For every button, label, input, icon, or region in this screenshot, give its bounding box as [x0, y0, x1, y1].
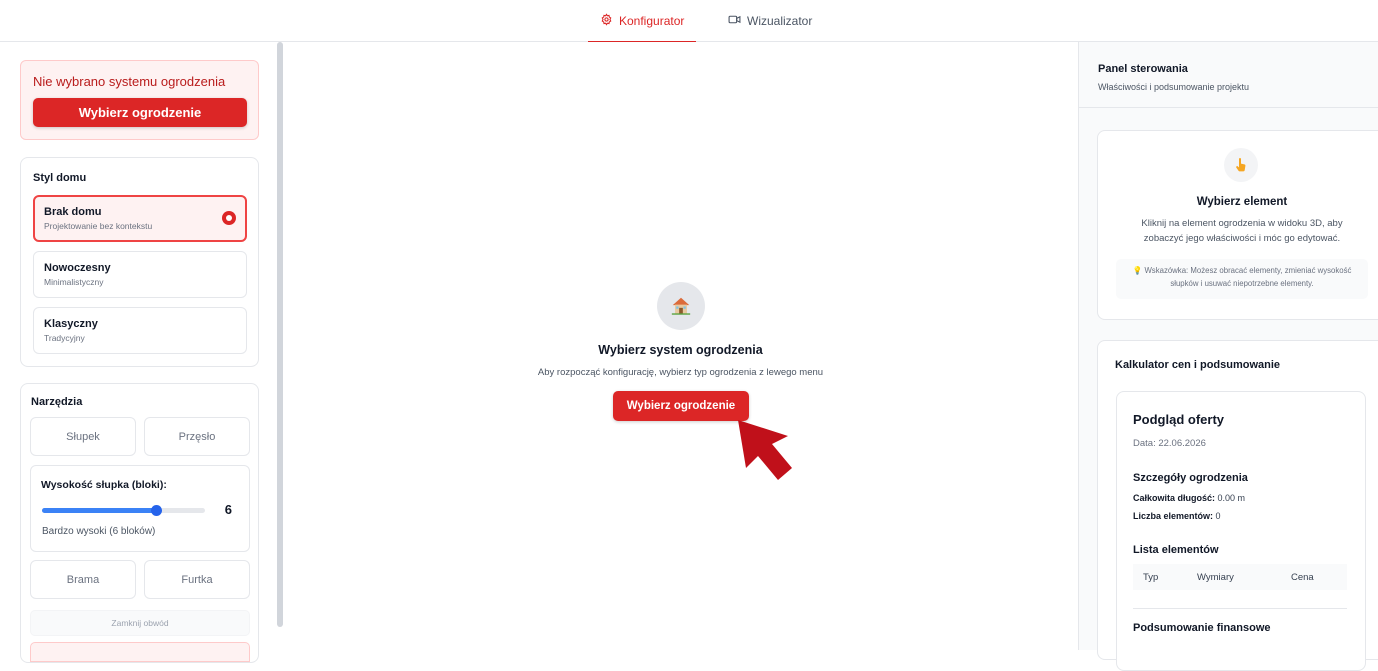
video-camera-icon — [728, 13, 741, 29]
total-length-line: Całkowita długość: 0.00 m — [1133, 493, 1245, 503]
panel-title: Panel sterowania — [1098, 63, 1188, 75]
option-title: Brak domu — [44, 206, 102, 218]
slider-fill — [42, 508, 157, 513]
column-header-type: Typ — [1143, 571, 1159, 583]
tab-label: Konfigurator — [619, 14, 685, 28]
column-header-price: Cena — [1291, 571, 1314, 583]
column-header-dimensions: Wymiary — [1197, 571, 1234, 583]
house-style-card: Styl domu Brak domu Projektowanie bez ko… — [20, 157, 259, 367]
left-sidebar: Nie wybrano systemu ogrodzenia Wybierz o… — [8, 42, 276, 663]
alert-text: Nie wybrano systemu ogrodzenia — [33, 74, 226, 89]
tab-konfigurator[interactable]: Konfigurator — [588, 0, 697, 43]
post-height-description: Bardzo wysoki (6 bloków) — [42, 526, 156, 537]
sidebar-scrollbar[interactable] — [277, 42, 283, 627]
hint-box: 💡 Wskazówka: Możesz obracać elementy, zm… — [1116, 259, 1368, 299]
select-element-card: Wybierz element Kliknij na element ogrod… — [1097, 130, 1378, 320]
tools-card: Narzędzia Słupek Przęsło Wysokość słupka… — [20, 383, 259, 663]
offer-preview: Podgląd oferty Data: 22.06.2026 Szczegół… — [1116, 391, 1366, 671]
gate-tool-button[interactable]: Brama — [30, 560, 136, 599]
empty-state-title: Wybierz system ogrodzenia — [598, 343, 763, 357]
option-title: Nowoczesny — [44, 262, 111, 274]
tab-wizualizator[interactable]: Wizualizator — [716, 0, 824, 42]
offer-date: Data: 22.06.2026 — [1133, 438, 1206, 449]
gear-icon — [600, 13, 613, 29]
tools-title: Narzędzia — [31, 396, 83, 408]
house-icon — [657, 282, 705, 330]
hint-text: Wskazówka: Możesz obracać elementy, zmie… — [1144, 266, 1352, 288]
span-tool-button[interactable]: Przęsło — [144, 417, 250, 456]
post-height-value: 6 — [224, 502, 232, 517]
no-system-alert: Nie wybrano systemu ogrodzenia Wybierz o… — [20, 60, 259, 140]
house-style-option-modern[interactable]: Nowoczesny Minimalistyczny — [33, 251, 247, 298]
choose-fence-button[interactable]: Wybierz ogrodzenie — [33, 98, 247, 127]
elements-count-value: 0 — [1215, 511, 1221, 521]
panel-divider — [1079, 107, 1378, 108]
slider-thumb[interactable] — [151, 505, 163, 516]
house-style-option-none[interactable]: Brak domu Projektowanie bez kontekstu — [33, 195, 247, 242]
lightbulb-icon: 💡 — [1132, 266, 1143, 275]
wicket-tool-button[interactable]: Furtka — [144, 560, 250, 599]
close-loop-button[interactable]: Zamknij obwód — [30, 610, 250, 636]
option-subtitle: Projektowanie bez kontekstu — [44, 221, 153, 231]
top-nav: Konfigurator Wizualizator — [0, 0, 1378, 43]
total-length-value: 0.00 m — [1217, 493, 1246, 503]
option-subtitle: Tradycyjny — [44, 333, 85, 343]
post-height-label: Wysokość słupka (bloki): — [41, 479, 167, 491]
cursor-arrow-icon — [738, 420, 792, 480]
house-style-option-classic[interactable]: Klasyczny Tradycyjny — [33, 307, 247, 354]
option-subtitle: Minimalistyczny — [44, 277, 104, 287]
fence-details-title: Szczegóły ogrodzenia — [1133, 472, 1248, 484]
partial-red-button[interactable] — [30, 642, 250, 662]
option-title: Klasyczny — [44, 318, 98, 330]
panel-subtitle: Właściwości i podsumowanie projektu — [1098, 82, 1250, 92]
post-height-slider[interactable] — [42, 505, 205, 516]
post-height-control: Wysokość słupka (bloki): 6 Bardzo wysoki… — [30, 465, 250, 552]
elements-count-line: Liczba elementów: 0 — [1133, 511, 1221, 521]
house-style-title: Styl domu — [33, 172, 87, 184]
calculator-title: Kalkulator cen i podsumowanie — [1115, 359, 1281, 371]
elements-table-header: Typ Wymiary Cena — [1133, 564, 1347, 590]
center-choose-fence-button[interactable]: Wybierz ogrodzenie — [613, 391, 749, 421]
radio-selected-icon — [222, 211, 236, 225]
empty-state-subtitle: Aby rozpocząć konfigurację, wybierz typ … — [537, 367, 824, 378]
post-tool-button[interactable]: Słupek — [30, 417, 136, 456]
control-panel: Panel sterowania Właściwości i podsumowa… — [1078, 42, 1378, 671]
select-element-description: Kliknij na element ogrodzenia w widoku 3… — [1141, 218, 1343, 245]
main-viewport: Wybierz system ogrodzenia Aby rozpocząć … — [284, 42, 1077, 650]
elements-list-title: Lista elementów — [1133, 544, 1219, 556]
pointing-hand-icon — [1224, 148, 1258, 182]
elements-count-label: Liczba elementów: — [1133, 511, 1214, 521]
offer-divider — [1133, 608, 1347, 609]
financial-summary-title: Podsumowanie finansowe — [1133, 622, 1271, 634]
select-element-title: Wybierz element — [1196, 196, 1288, 208]
total-length-label: Całkowita długość: — [1133, 493, 1216, 503]
price-calculator-card: Kalkulator cen i podsumowanie Podgląd of… — [1097, 340, 1378, 671]
offer-title: Podgląd oferty — [1133, 412, 1225, 427]
tab-label: Wizualizator — [747, 14, 813, 28]
